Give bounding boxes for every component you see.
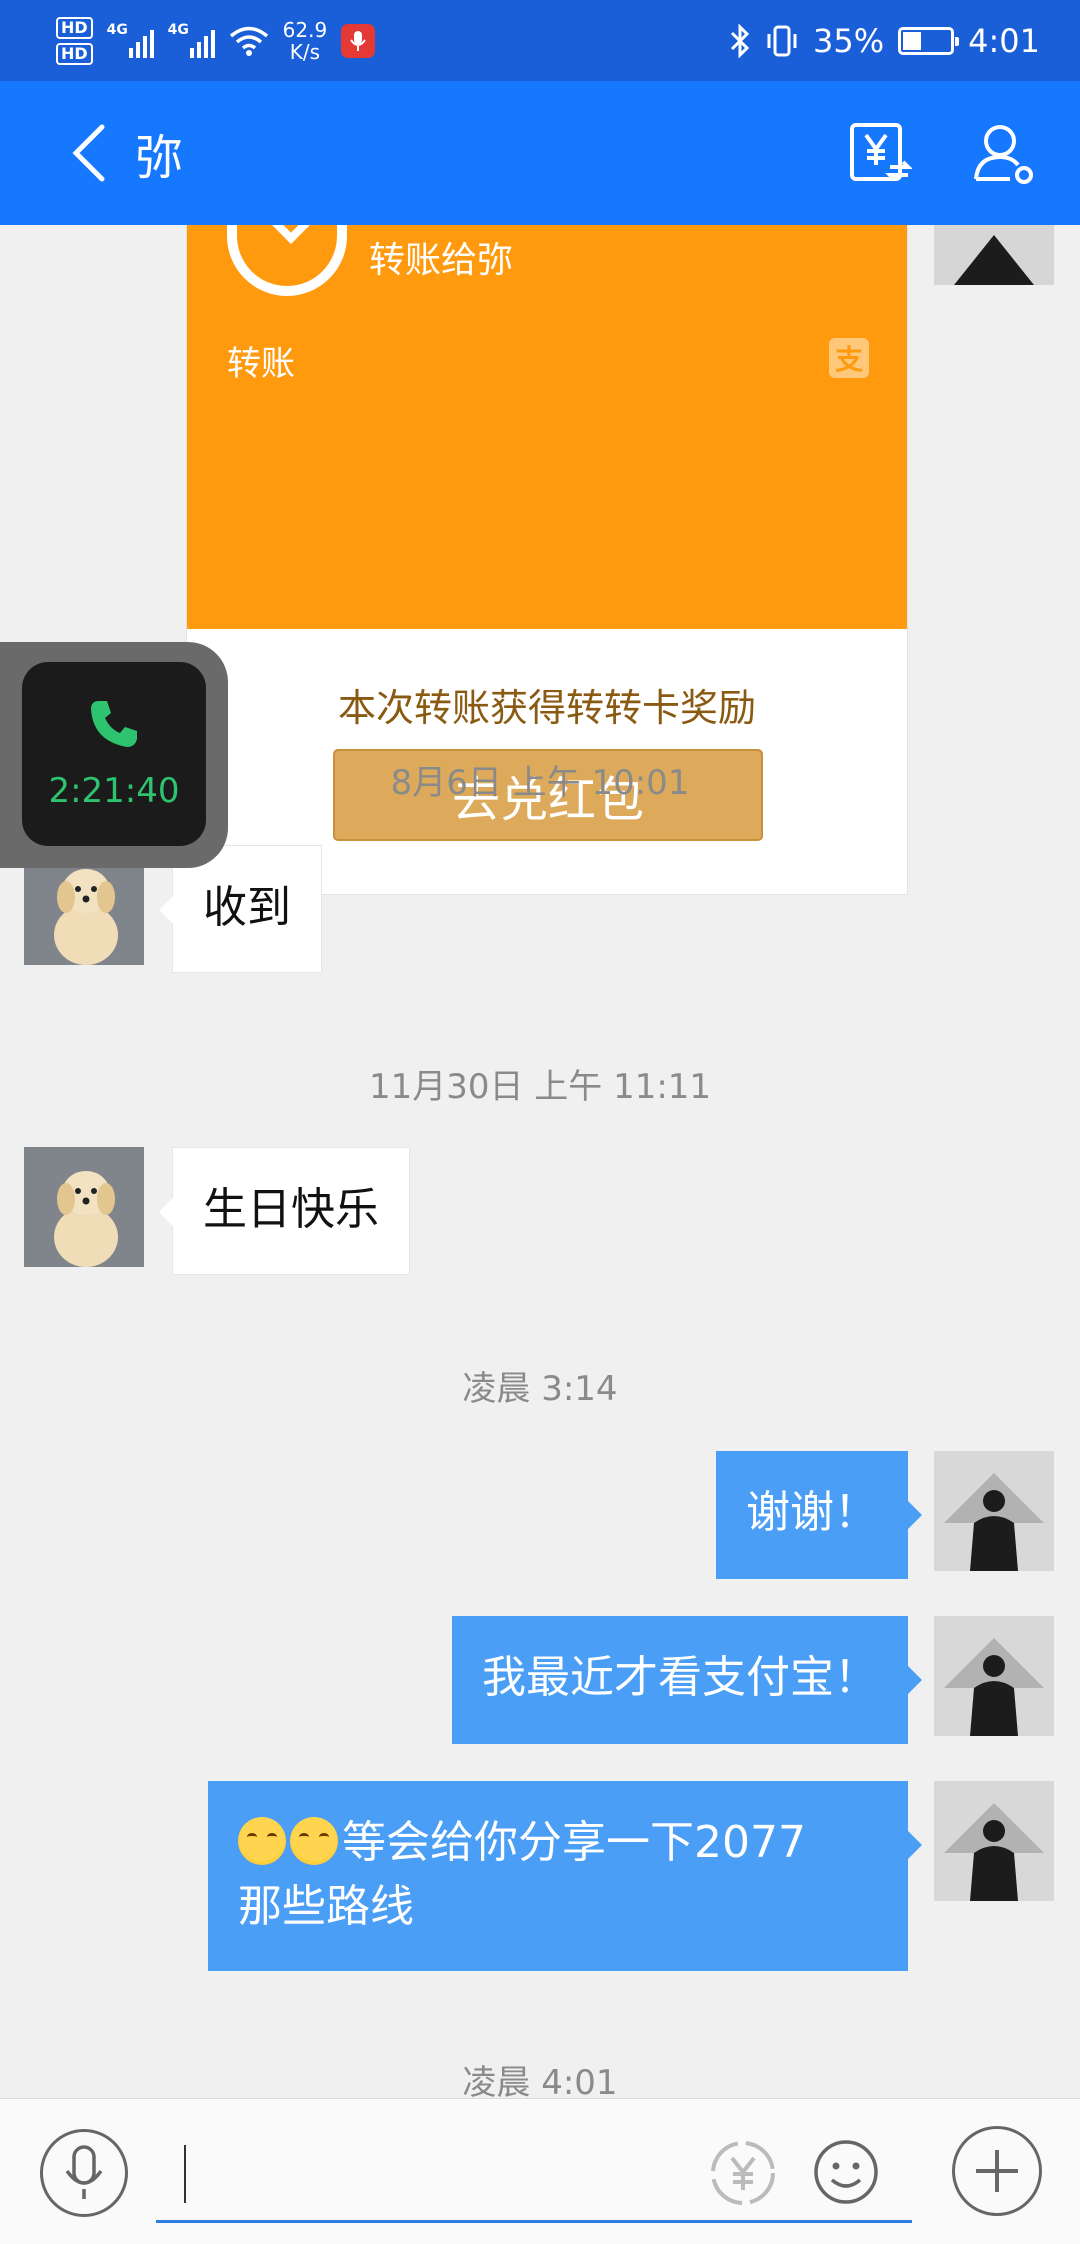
- vibrate-icon: [767, 25, 797, 56]
- avatar[interactable]: [934, 1781, 1054, 1901]
- timestamp: 11月30日 上午 11:11: [368, 1067, 712, 1107]
- contact-settings-icon: [974, 125, 1033, 184]
- net2-label: 4G: [167, 21, 189, 38]
- avatar[interactable]: [934, 1616, 1054, 1736]
- message-bubble-outgoing[interactable]: 等会给你分享一下2077 那些路线: [208, 1781, 922, 1971]
- message-input[interactable]: [156, 2119, 912, 2223]
- transfer-label: 转账: [227, 344, 295, 384]
- emoji-icon[interactable]: [812, 2138, 880, 2206]
- message-bubble-outgoing[interactable]: 我最近才看支付宝！: [452, 1616, 922, 1744]
- message-bubble-outgoing[interactable]: 谢谢！: [716, 1451, 922, 1579]
- call-duration: 2:21:40: [48, 771, 180, 811]
- speed-unit: K/s: [289, 39, 321, 64]
- back-button[interactable]: [45, 103, 135, 203]
- chat-title: 弥: [135, 130, 184, 186]
- floating-call-widget[interactable]: 2:21:40: [0, 642, 228, 868]
- chat-area[interactable]: 转账给弥 转账 支 本次转账获得转转卡奖励 去兑红包 8月6日 上午 10:01…: [0, 225, 1080, 2098]
- alipay-icon: 支: [829, 338, 869, 378]
- text-cursor: [184, 2145, 186, 2203]
- transfer-description: 转账给弥: [369, 240, 514, 281]
- yuan-icon[interactable]: [708, 2138, 778, 2208]
- message-text-line2: 那些路线: [238, 1881, 414, 1932]
- more-options-button[interactable]: [952, 2126, 1042, 2216]
- back-icon: [72, 124, 105, 182]
- speed-value: 62.9: [282, 17, 328, 42]
- avatar[interactable]: [934, 1451, 1054, 1571]
- bluetooth-icon: [730, 23, 750, 58]
- microphone-icon: [65, 2145, 103, 2199]
- timestamp: 凌晨 4:01: [462, 2063, 618, 2098]
- message-text: 等会给你分享一下2077: [342, 1817, 806, 1868]
- chat-header: 弥: [0, 81, 1080, 225]
- avatar[interactable]: [934, 225, 1054, 285]
- transfer-button[interactable]: [840, 113, 920, 193]
- network-speed: 62.9 K/s: [283, 19, 328, 63]
- contact-settings-button[interactable]: [964, 113, 1044, 193]
- signal-icon: 4G: [106, 21, 154, 58]
- hd1-badge: HD: [56, 16, 93, 39]
- input-bar: [0, 2098, 1080, 2244]
- status-right: 35% 4:01: [729, 22, 1040, 60]
- call-widget-inner[interactable]: 2:21:40: [22, 662, 206, 846]
- status-bar: HD HD 4G 4G 62.9 K/s 35% 4:01: [0, 0, 1080, 81]
- mic-record-icon: [341, 23, 376, 58]
- avatar[interactable]: [24, 1147, 144, 1267]
- signal-icon: 4G: [167, 21, 215, 58]
- hd-indicators: HD HD: [56, 16, 93, 65]
- battery-icon: [898, 26, 960, 55]
- plus-icon: [976, 2150, 1018, 2192]
- net1-label: 4G: [106, 21, 128, 38]
- wifi-icon: [229, 26, 268, 56]
- phone-icon: [91, 701, 137, 747]
- header-actions: [840, 113, 1044, 193]
- battery-percent: 35%: [813, 21, 885, 60]
- transfer-logo-icon: [227, 225, 347, 296]
- status-left: HD HD 4G 4G 62.9 K/s: [56, 16, 376, 65]
- voice-input-button[interactable]: [40, 2129, 128, 2217]
- message-bubble-incoming[interactable]: 生日快乐: [159, 1147, 410, 1275]
- timestamp: 凌晨 3:14: [462, 1369, 618, 1409]
- transfer-icon: [850, 123, 912, 182]
- clock: 4:01: [968, 21, 1040, 60]
- smile-emoji-icon: [238, 1817, 286, 1865]
- hd2-badge: HD: [56, 42, 93, 65]
- reward-text: 本次转账获得转转卡奖励: [337, 686, 756, 730]
- smile-emoji-icon: [290, 1817, 338, 1865]
- transfer-card-header: 转账给弥 转账 支: [187, 225, 907, 629]
